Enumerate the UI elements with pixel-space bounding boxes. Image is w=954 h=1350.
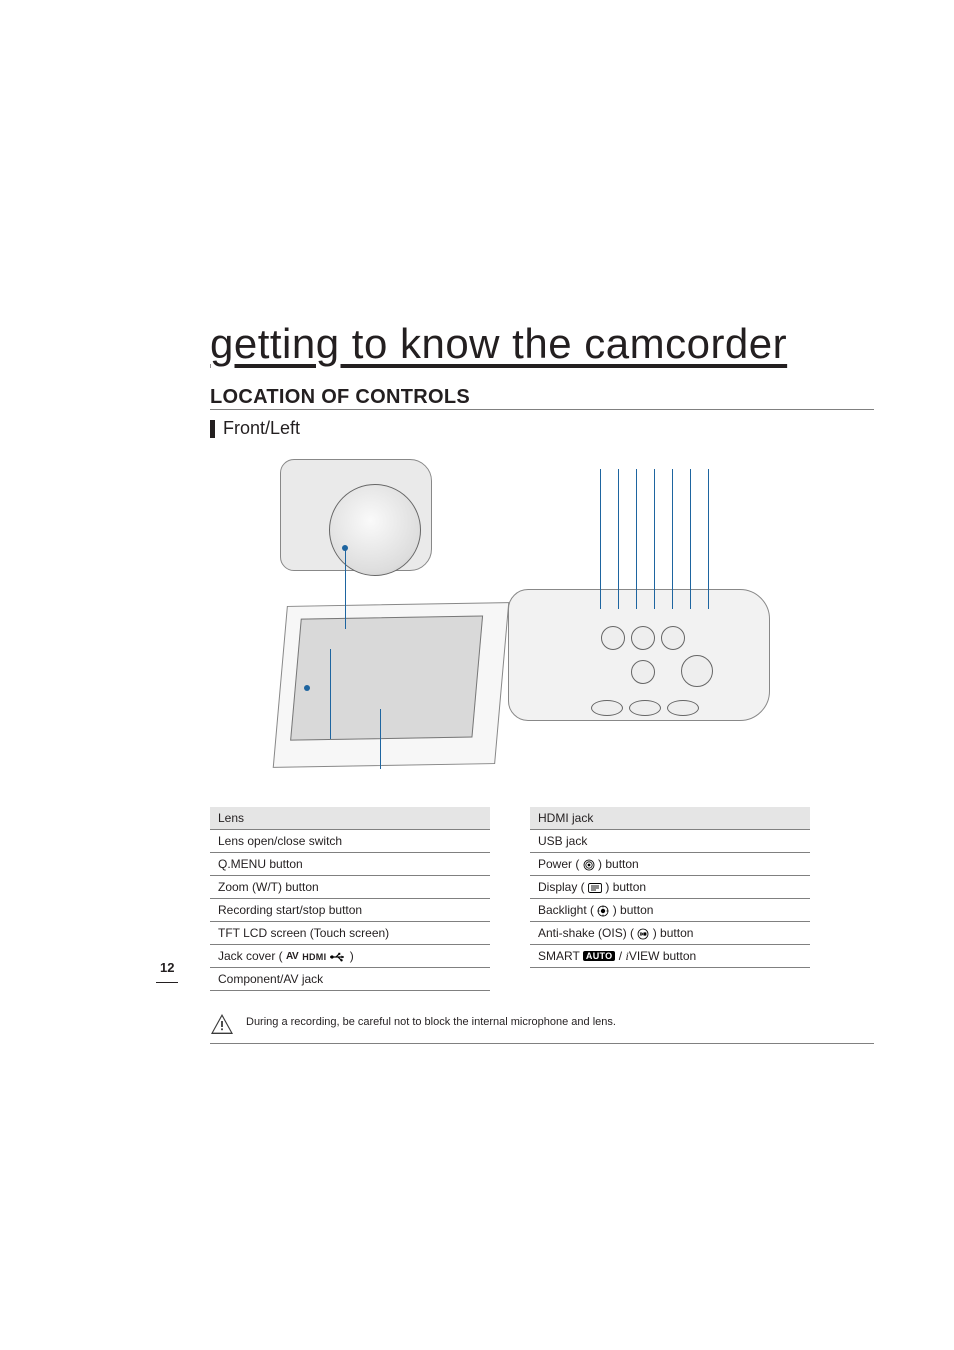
display-label-post: ) button	[605, 880, 646, 894]
list-item: Q.MENU button	[210, 853, 490, 876]
list-cell: Display ( ) button	[530, 876, 810, 899]
figure-lcd-screen	[290, 616, 483, 741]
figure-camera-body	[508, 589, 770, 721]
list-cell: Power ( ) button	[530, 853, 810, 876]
display-label-pre: Display (	[538, 880, 585, 894]
list-item: TFT LCD screen (Touch screen)	[210, 922, 490, 945]
caution-note: During a recording, be careful not to bl…	[210, 1013, 874, 1044]
figure-lens	[329, 484, 421, 576]
jack-cover-label-pre: Jack cover (	[218, 949, 283, 963]
power-label-post: ) button	[598, 857, 639, 871]
list-item: Display ( ) button	[530, 876, 810, 899]
hdmi-icon: HDMI	[302, 952, 326, 962]
usb-icon	[330, 952, 346, 962]
list-cell: Component/AV jack	[210, 968, 490, 991]
subsection-row: Front/Left	[210, 418, 874, 439]
list-item: Power ( ) button	[530, 853, 810, 876]
camcorder-illustration	[240, 449, 800, 789]
list-item: USB jack	[530, 830, 810, 853]
list-item: Component/AV jack	[210, 968, 490, 991]
caution-text: During a recording, be careful not to bl…	[246, 1013, 616, 1030]
list-item: SMART AUTO / iVIEW button	[530, 945, 810, 968]
list-item: Backlight ( ) button	[530, 899, 810, 922]
display-icon	[588, 883, 602, 893]
power-icon	[583, 859, 595, 871]
jack-cover-label-post: )	[350, 949, 354, 963]
ois-icon	[637, 928, 649, 940]
list-cell: USB jack	[530, 830, 810, 853]
callout-left-table: Lens Lens open/close switch Q.MENU butto…	[210, 807, 490, 991]
figure-side-buttons	[531, 600, 791, 730]
subsection-accent-bar	[210, 420, 215, 438]
antishake-label-post: ) button	[653, 926, 694, 940]
power-label-pre: Power (	[538, 857, 579, 871]
list-cell: Q.MENU button	[210, 853, 490, 876]
chapter-title: getting to know the camcorder	[210, 320, 874, 368]
backlight-label-pre: Backlight (	[538, 903, 594, 917]
jack-cover-icons: AV HDMI	[286, 951, 346, 962]
list-item: Anti-shake (OIS) ( ) button	[530, 922, 810, 945]
caution-icon	[210, 1013, 234, 1035]
list-cell: TFT LCD screen (Touch screen)	[210, 922, 490, 945]
av-icon: AV	[286, 951, 298, 962]
smart-label-pre: SMART	[538, 949, 583, 963]
list-cell: Lens open/close switch	[210, 830, 490, 853]
list-item: Recording start/stop button	[210, 899, 490, 922]
antishake-label-pre: Anti-shake (OIS) (	[538, 926, 634, 940]
list-item: HDMI jack	[530, 807, 810, 830]
page-number-rule	[156, 982, 178, 983]
figure-lens-housing	[280, 459, 432, 571]
list-item: Jack cover ( AV HDMI	[210, 945, 490, 968]
list-item: Lens open/close switch	[210, 830, 490, 853]
backlight-label-post: ) button	[613, 903, 654, 917]
section-row: LOCATION OF CONTROLS	[210, 386, 874, 410]
callout-right-column: HDMI jack USB jack Power ( ) button	[530, 807, 810, 991]
list-item: Zoom (W/T) button	[210, 876, 490, 899]
list-cell: Zoom (W/T) button	[210, 876, 490, 899]
smart-label-post: VIEW button	[629, 949, 696, 963]
list-cell: Anti-shake (OIS) ( ) button	[530, 922, 810, 945]
callout-columns: Lens Lens open/close switch Q.MENU butto…	[210, 807, 874, 991]
callout-left-column: Lens Lens open/close switch Q.MENU butto…	[210, 807, 490, 991]
list-cell: Backlight ( ) button	[530, 899, 810, 922]
page-number: 12	[160, 960, 174, 975]
list-item: Lens	[210, 807, 490, 830]
list-cell: Jack cover ( AV HDMI	[210, 945, 490, 968]
section-title: LOCATION OF CONTROLS	[210, 386, 470, 409]
list-cell: SMART AUTO / iVIEW button	[530, 945, 810, 968]
list-cell: HDMI jack	[530, 807, 810, 830]
list-cell: Recording start/stop button	[210, 899, 490, 922]
list-cell: Lens	[210, 807, 490, 830]
backlight-icon	[597, 905, 609, 917]
subsection-title: Front/Left	[223, 418, 300, 439]
callout-right-table: HDMI jack USB jack Power ( ) button	[530, 807, 810, 968]
manual-page: getting to know the camcorder LOCATION O…	[0, 0, 954, 1350]
auto-badge-icon: AUTO	[583, 951, 616, 961]
